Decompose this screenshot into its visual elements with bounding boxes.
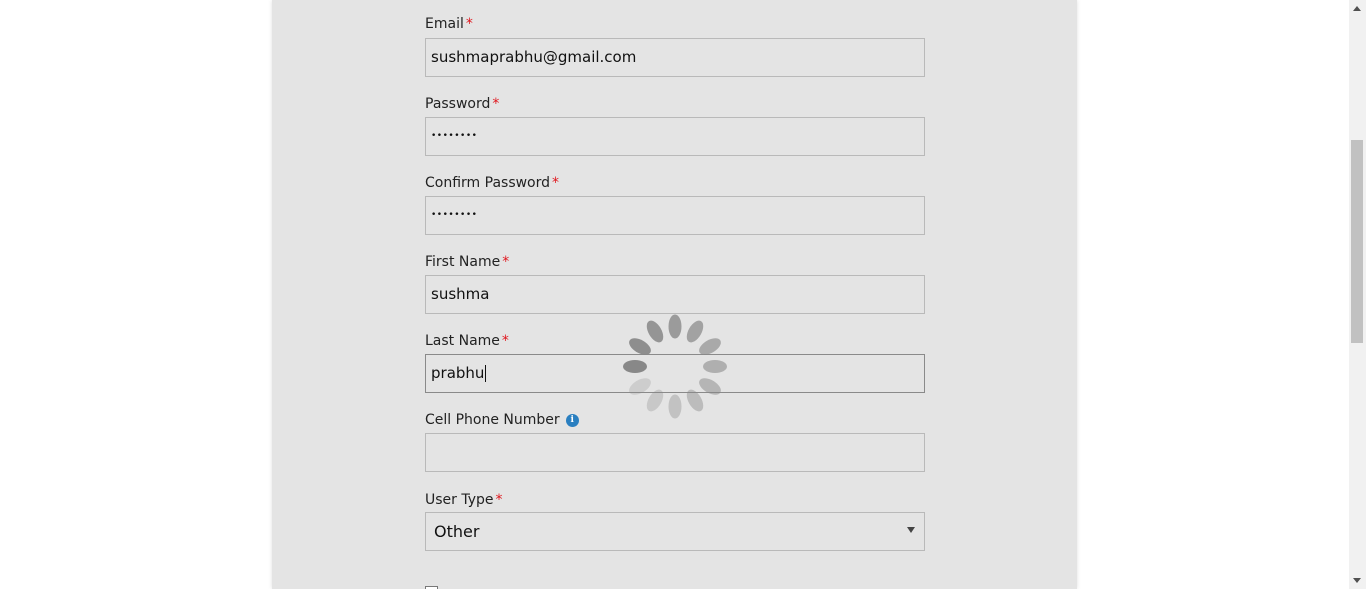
scroll-up-icon[interactable]: [1353, 6, 1361, 11]
required-mark: *: [501, 333, 509, 349]
spinner-segment: [703, 359, 727, 373]
scroll-down-icon[interactable]: [1353, 578, 1361, 583]
password-label: Password *: [425, 96, 500, 112]
cell-phone-input[interactable]: [425, 433, 925, 472]
password-input[interactable]: ••••••••: [425, 117, 925, 156]
email-input[interactable]: sushmaprabhu@gmail.com: [425, 38, 925, 77]
email-field-group: Email * sushmaprabhu@gmail.com: [425, 15, 925, 77]
registration-form-panel: Email * sushmaprabhu@gmail.com Password * …: [272, 0, 1077, 589]
first-name-value: sushma: [431, 285, 490, 303]
page: Email * sushmaprabhu@gmail.com Password * …: [0, 0, 1366, 589]
required-mark: *: [552, 175, 560, 191]
first-name-input[interactable]: sushma: [425, 275, 925, 314]
last-name-input[interactable]: prabhu: [425, 354, 925, 393]
spinner-segment: [668, 314, 682, 338]
required-mark: *: [465, 16, 473, 32]
text-caret: [485, 365, 487, 382]
spinner-segment: [623, 359, 647, 373]
info-icon[interactable]: i: [565, 413, 579, 427]
user-type-select[interactable]: Other: [425, 512, 925, 551]
required-mark: *: [502, 254, 510, 270]
scrollbar-thumb[interactable]: [1351, 140, 1363, 343]
last-name-value: prabhu: [431, 364, 487, 382]
confirm-password-input[interactable]: ••••••••: [425, 196, 925, 235]
confirm-password-label: Confirm Password *: [425, 175, 560, 191]
password-value: ••••••••: [431, 131, 478, 141]
password-field-group: Password * ••••••••: [425, 95, 925, 156]
user-type-selected: Other: [434, 522, 480, 541]
spinner-segment: [668, 394, 682, 418]
first-name-field-group: First Name * sushma: [425, 253, 925, 314]
first-name-label: First Name *: [425, 254, 510, 270]
vertical-scrollbar[interactable]: [1349, 0, 1366, 589]
required-mark: *: [495, 492, 503, 508]
user-type-field-group: User Type * Other: [425, 491, 925, 551]
email-label: Email *: [425, 16, 473, 32]
confirm-password-field-group: Confirm Password * ••••••••: [425, 174, 925, 235]
user-type-label: User Type *: [425, 492, 503, 508]
email-value: sushmaprabhu@gmail.com: [431, 48, 637, 66]
required-mark: *: [492, 96, 500, 112]
confirm-password-value: ••••••••: [431, 210, 478, 220]
chevron-down-icon: [907, 527, 915, 533]
